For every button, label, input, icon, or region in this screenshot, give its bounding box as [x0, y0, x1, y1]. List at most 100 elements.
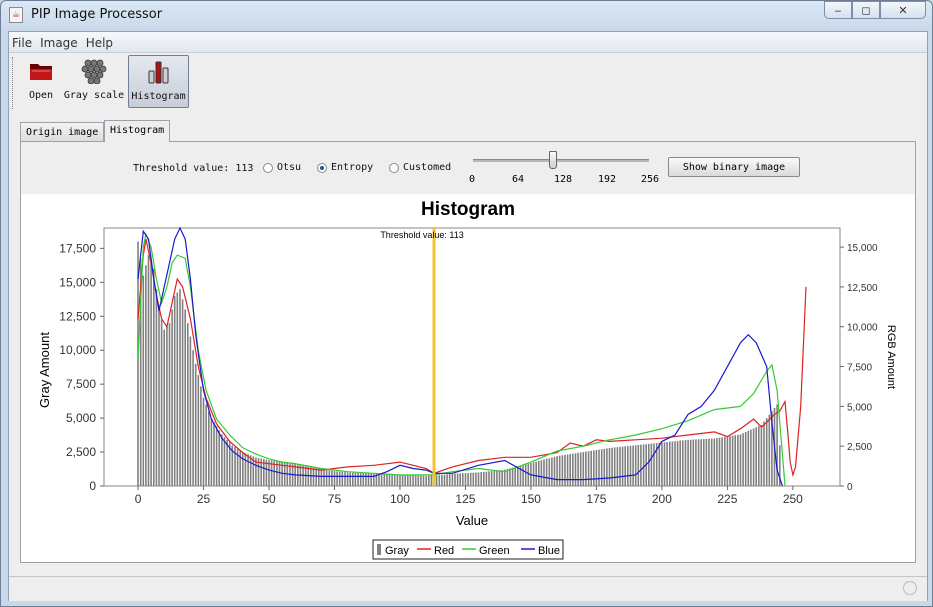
gray-bar — [344, 472, 346, 486]
radio-entropy-circle[interactable] — [317, 162, 327, 173]
gray-bar — [147, 255, 150, 486]
minimize-button[interactable]: ‒ — [824, 1, 852, 19]
menu-help[interactable]: Help — [83, 34, 116, 52]
gray-bar — [441, 474, 443, 486]
radio-otsu-label: Otsu — [277, 162, 302, 173]
radio-otsu-circle[interactable] — [263, 162, 273, 173]
open-button[interactable]: Open — [21, 55, 61, 108]
menu-file[interactable]: File — [9, 34, 35, 52]
gray-bar — [454, 473, 456, 486]
gray-bar — [564, 454, 566, 486]
gray-bar — [684, 440, 687, 486]
threshold-controls: Threshold value: 113 Otsu Entropy Custom… — [21, 142, 915, 192]
slider-tick: 256 — [640, 174, 660, 185]
legend-blue: Blue — [538, 545, 560, 557]
x-tick-label: 100 — [390, 492, 410, 506]
gray-bar — [692, 439, 695, 486]
gray-bar — [697, 439, 700, 486]
radio-otsu[interactable]: Otsu — [263, 162, 301, 173]
x-tick-label: 225 — [717, 492, 737, 506]
gray-bar — [613, 447, 616, 486]
gray-bar — [553, 456, 556, 486]
x-tick-label: 200 — [652, 492, 672, 506]
gray-bar — [247, 454, 249, 486]
gray-bar — [399, 475, 401, 486]
right-tick-label: 7,500 — [847, 363, 872, 374]
gray-bar — [551, 457, 553, 486]
threshold-slider-track[interactable] — [473, 159, 649, 162]
gray-bar — [634, 445, 637, 486]
radio-customed-circle[interactable] — [389, 162, 399, 173]
gray-bar — [535, 461, 537, 486]
gray-bar — [456, 473, 459, 486]
gray-bar — [768, 414, 771, 486]
gray-bar — [710, 438, 713, 486]
gray-bar — [318, 467, 320, 486]
threshold-marker-label: Threshold value: 113 — [380, 230, 463, 240]
left-tick-label: 12,500 — [59, 309, 96, 323]
gray-bar — [682, 440, 684, 486]
gray-bar — [367, 473, 370, 486]
gray-bar — [658, 442, 661, 486]
gray-bar — [671, 441, 674, 486]
histogram-button[interactable]: Histogram — [128, 55, 189, 108]
gray-bar — [661, 442, 663, 486]
gray-bar — [545, 458, 548, 486]
gray-bar — [574, 453, 577, 486]
java-icon[interactable]: ☕ — [9, 7, 23, 23]
gray-bar — [708, 438, 710, 486]
gray-bar — [401, 475, 404, 486]
gray-bar — [532, 462, 535, 486]
right-tick-label: 5,000 — [847, 402, 872, 413]
gray-bar — [425, 475, 427, 486]
gray-bar — [577, 452, 579, 486]
gray-bar — [713, 438, 716, 486]
gray-bar — [734, 435, 736, 486]
x-tick-label: 0 — [135, 492, 142, 506]
toolbar-grip[interactable] — [12, 57, 15, 109]
chart-title: Histogram — [421, 199, 515, 220]
gray-bar — [598, 449, 600, 486]
open-label: Open — [28, 90, 54, 101]
gray-bar — [242, 452, 244, 486]
gray-bar — [752, 428, 755, 486]
gray-bar — [632, 445, 634, 486]
tab-origin-image[interactable]: Origin image — [20, 122, 105, 141]
maximize-button[interactable]: ◻ — [852, 1, 880, 19]
gray-bar — [776, 404, 778, 486]
slider-tick: 0 — [468, 174, 476, 185]
threshold-slider-thumb[interactable] — [549, 151, 557, 169]
right-axis: 0 2,500 5,000 7,500 10,000 12,500 15,000 — [840, 243, 878, 493]
gray-bar — [158, 309, 160, 486]
gray-bar — [669, 441, 671, 486]
x-axis-label: Value — [456, 513, 488, 528]
gray-bar — [215, 426, 218, 486]
legend-gray: Gray — [385, 545, 409, 557]
title-bar[interactable]: ☕ PIP Image Processor ‒ ◻ ✕ — [1, 1, 932, 31]
gray-bar — [676, 440, 679, 486]
grayscale-button[interactable]: Gray scale — [62, 55, 126, 108]
radio-entropy[interactable]: Entropy — [317, 162, 373, 173]
menu-image[interactable]: Image — [37, 34, 81, 52]
chart-area: Histogram Threshold value: 113 0 2,500 5,0… — [21, 194, 915, 562]
gray-bar — [514, 467, 516, 486]
gray-bar — [412, 475, 414, 486]
gray-bar — [226, 439, 228, 486]
radio-customed-label: Customed — [403, 162, 452, 173]
radio-customed[interactable]: Customed — [389, 162, 451, 173]
gray-bar — [558, 455, 561, 486]
gray-bar — [569, 454, 571, 486]
gray-bar — [721, 437, 723, 486]
gray-bar — [142, 275, 145, 486]
gray-bar — [223, 437, 226, 486]
resize-grip-icon[interactable] — [903, 581, 917, 595]
gray-bar — [328, 470, 331, 486]
close-button[interactable]: ✕ — [880, 1, 926, 19]
gray-bar — [249, 455, 252, 486]
right-axis-label: RGB Amount — [885, 325, 897, 389]
gray-bar — [611, 447, 613, 486]
gray-bar — [517, 466, 519, 486]
gray-bar — [163, 329, 165, 486]
tab-histogram[interactable]: Histogram — [104, 120, 171, 142]
show-binary-image-button[interactable]: Show binary image — [668, 157, 800, 177]
